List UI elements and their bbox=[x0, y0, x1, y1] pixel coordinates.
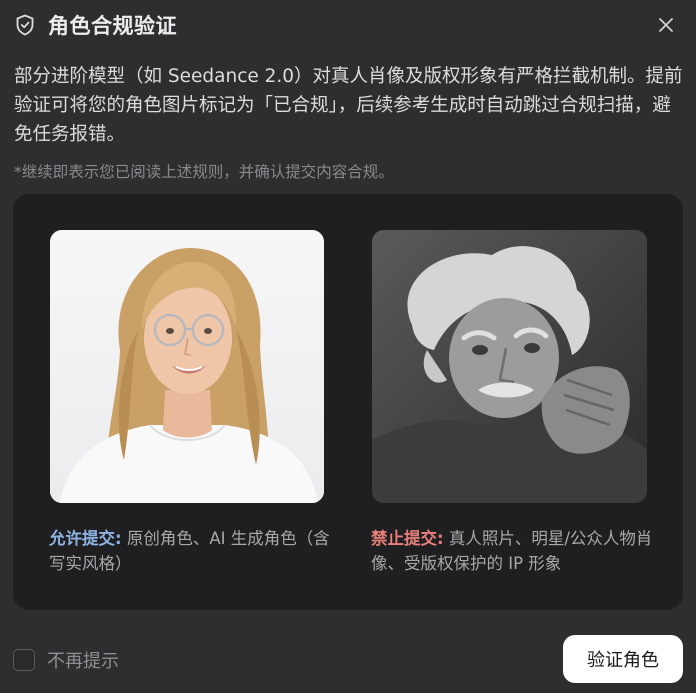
close-button[interactable] bbox=[652, 11, 680, 39]
dialog-title: 角色合规验证 bbox=[48, 14, 177, 38]
dont-show-again-checkbox[interactable]: 不再提示 bbox=[13, 647, 119, 673]
allowed-example-image bbox=[50, 230, 324, 503]
allowed-tag: 允许提交: bbox=[49, 529, 122, 548]
forbidden-example-image bbox=[372, 230, 647, 503]
examples-panel: 允许提交: 原创角色、AI 生成角色（含写实风格） 禁止提交: 真人照片、明星/… bbox=[13, 194, 683, 610]
forbidden-tag: 禁止提交: bbox=[371, 529, 444, 548]
shield-icon bbox=[14, 14, 36, 36]
dialog-header: 角色合规验证 bbox=[14, 10, 682, 40]
verify-character-button[interactable]: 验证角色 bbox=[563, 635, 683, 683]
dont-show-again-label: 不再提示 bbox=[47, 651, 119, 672]
compliance-dialog: 角色合规验证 部分进阶模型（如 Seedance 2.0）对真人肖像及版权形象有… bbox=[0, 0, 696, 693]
description-text: 部分进阶模型（如 Seedance 2.0）对真人肖像及版权形象有严格拦截机制。… bbox=[14, 66, 683, 145]
forbidden-caption: 禁止提交: 真人照片、明星/公众人物肖像、受版权保护的 IP 形象 bbox=[371, 526, 653, 576]
consent-note: *继续即表示您已阅读上述规则，并确认提交内容合规。 bbox=[14, 163, 394, 181]
close-icon bbox=[659, 18, 673, 32]
checkbox-box[interactable] bbox=[13, 649, 35, 671]
allowed-caption: 允许提交: 原创角色、AI 生成角色（含写实风格） bbox=[49, 526, 331, 576]
